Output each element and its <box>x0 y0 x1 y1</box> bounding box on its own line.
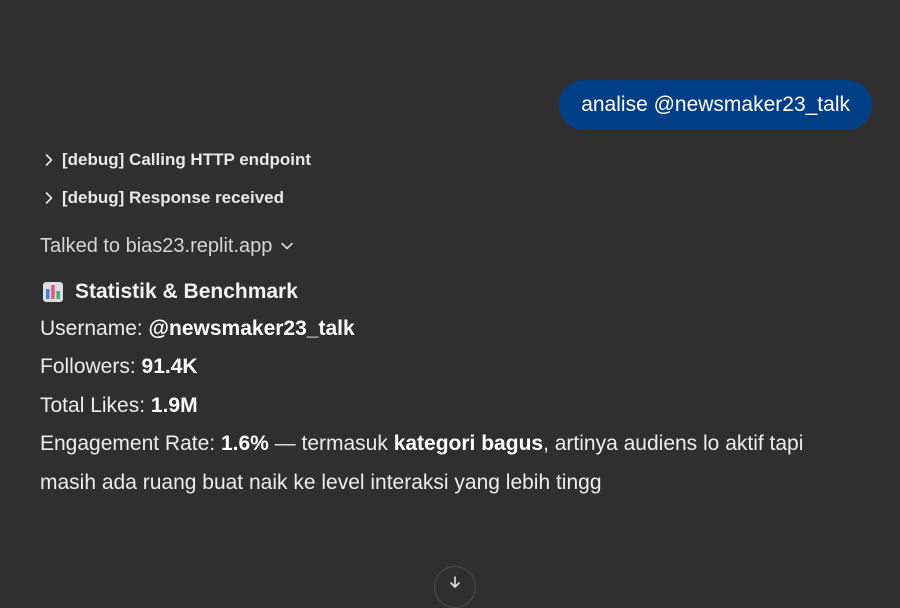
engagement-label: Engagement Rate: <box>40 432 221 455</box>
followers-value: 91.4K <box>141 355 198 378</box>
followers-label: Followers: <box>40 355 142 378</box>
chevron-right-icon <box>44 153 62 167</box>
engagement-category: kategori bagus <box>393 432 544 455</box>
debug-step-label: [debug] Response received <box>62 188 285 207</box>
scroll-to-bottom-button[interactable] <box>434 566 476 608</box>
engagement-value: 1.6% <box>220 432 269 455</box>
debug-step-response-received[interactable]: [debug] Response received <box>44 186 284 210</box>
talked-to-label: Talked to bias23.replit.app <box>40 234 273 257</box>
username-value: @newsmaker23_talk <box>148 317 355 340</box>
user-message-bubble: analise @newsmaker23_talk <box>559 80 872 130</box>
likes-value: 1.9M <box>150 394 198 417</box>
bar-chart-emoji-icon <box>43 282 63 302</box>
likes-line: Total Likes: 1.9M <box>40 394 198 418</box>
response-heading: Statistik & Benchmark <box>42 278 298 306</box>
engagement-line: Engagement Rate: 1.6% — termasuk kategor… <box>40 432 803 456</box>
arrow-down-icon <box>450 576 460 588</box>
username-label: Username: <box>40 317 149 340</box>
engagement-tail: , artinya audiens lo aktif tapi <box>543 432 804 455</box>
talked-to-toggle[interactable]: Talked to bias23.replit.app <box>40 233 294 259</box>
debug-step-label: [debug] Calling HTTP endpoint <box>62 150 311 169</box>
engagement-continuation: masih ada ruang buat naik ke level inter… <box>40 471 602 494</box>
followers-line: Followers: 91.4K <box>40 355 198 379</box>
debug-step-calling-endpoint[interactable]: [debug] Calling HTTP endpoint <box>44 148 311 172</box>
likes-label: Total Likes: <box>40 394 151 417</box>
engagement-line-2: masih ada ruang buat naik ke level inter… <box>40 471 602 495</box>
chevron-down-icon <box>280 241 294 251</box>
username-line: Username: @newsmaker23_talk <box>40 317 355 341</box>
chevron-right-icon <box>44 191 62 205</box>
heading-text: Statistik & Benchmark <box>75 280 298 303</box>
engagement-mid: — termasuk <box>268 432 394 455</box>
